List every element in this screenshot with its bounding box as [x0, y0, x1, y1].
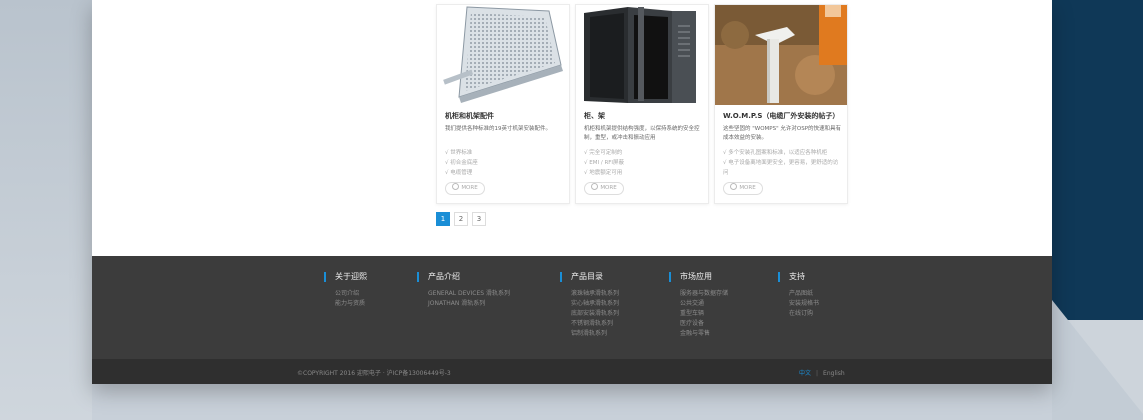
feature-item: √ 完全可定制的: [584, 150, 623, 156]
footer-heading: 支持: [778, 272, 819, 282]
footer-link[interactable]: 医疗设备: [680, 319, 728, 329]
feature-item: √ 电子设备离地面更安全，更容易，更舒适的访问: [723, 160, 839, 176]
copyright-text: ©COPYRIGHT 2016 迎熙电子 · 沪ICP备13006449号-3: [297, 370, 451, 377]
footer-column-markets: 市场应用 服务器与数据存储 公共交通 重型车辆 医疗设备 金融与零售: [669, 272, 728, 339]
background-left: [0, 0, 92, 420]
background-navy-panel: [1052, 0, 1143, 320]
footer-column-catalog: 产品目录 滚珠轴承滑轨系列 实心轴承滑轨系列 底部安装滑轨系列 不锈钢滑轨系列 …: [560, 272, 619, 339]
footer-heading: 关于迎熙: [324, 272, 367, 282]
footer-link[interactable]: 产品图纸: [789, 289, 819, 299]
footer-link[interactable]: 不锈钢滑轨系列: [571, 319, 619, 329]
product-title[interactable]: 柜、架: [584, 111, 605, 121]
feature-item: √ 电缆管理: [445, 170, 473, 176]
more-button[interactable]: MORE: [584, 182, 624, 195]
perforated-shelf-image[interactable]: [437, 5, 569, 105]
page-2-button[interactable]: 2: [454, 212, 468, 226]
feature-list: √ 完全可定制的 √ EMI / RFI屏蔽 √ 地震额定可用: [584, 148, 624, 178]
footer-column-about: 关于迎熙 公司介绍 能力与资质: [324, 272, 367, 309]
footer-link[interactable]: 能力与资质: [335, 299, 367, 309]
page-3-button[interactable]: 3: [472, 212, 486, 226]
footer-link[interactable]: 公共交通: [680, 299, 728, 309]
bulb-icon: [730, 183, 738, 190]
feature-item: √ 多个安装孔图案和标准，以适应各种机柜: [723, 150, 828, 156]
lang-chinese-link[interactable]: 中文: [799, 370, 811, 377]
footer-link[interactable]: 铝制滑轨系列: [571, 329, 619, 339]
footer-link[interactable]: 公司介绍: [335, 289, 367, 299]
more-button[interactable]: MORE: [723, 182, 763, 195]
footer-link[interactable]: JONATHAN 滑轨系列: [428, 299, 510, 309]
feature-item: √ 初合金底座: [445, 160, 478, 166]
product-card[interactable]: W.O.M.P.S（电缆厂外安装的帖子） 这些坚固的 "WOMPS" 允许对OS…: [714, 4, 848, 204]
more-label: MORE: [461, 185, 478, 191]
product-title[interactable]: W.O.M.P.S（电缆厂外安装的帖子）: [723, 111, 839, 121]
footer-column-support: 支持 产品图纸 安装规格书 在线订购: [778, 272, 819, 319]
product-description: 我们提供各种标准的19英寸机架安装配件。: [445, 126, 551, 132]
feature-list: √ 世界标准 √ 初合金底座 √ 电缆管理: [445, 148, 478, 178]
product-card[interactable]: 机柜和机架配件 我们提供各种标准的19英寸机架安装配件。 √ 世界标准 √ 初合…: [436, 4, 570, 204]
product-description: 机柜和机架提供结构强度，以保持系统的安全控制，重型，或冲击和振动应用: [584, 126, 700, 141]
womps-post-image[interactable]: [715, 5, 847, 105]
feature-item: √ 地震额定可用: [584, 170, 623, 176]
footer-link[interactable]: 安装规格书: [789, 299, 819, 309]
footer-link[interactable]: 实心轴承滑轨系列: [571, 299, 619, 309]
footer-heading: 产品介绍: [417, 272, 510, 282]
product-title[interactable]: 机柜和机架配件: [445, 111, 494, 121]
footer-link[interactable]: 重型车辆: [680, 309, 728, 319]
bulb-icon: [452, 183, 460, 190]
more-button[interactable]: MORE: [445, 182, 485, 195]
copyright-bar: ©COPYRIGHT 2016 迎熙电子 · 沪ICP备13006449号-3 …: [92, 359, 1052, 384]
lang-english-link[interactable]: English: [823, 370, 845, 377]
footer-link[interactable]: GENERAL DEVICES 滑轨系列: [428, 289, 510, 299]
cabinet-rack-image[interactable]: [576, 5, 708, 105]
footer-link[interactable]: 金融与零售: [680, 329, 728, 339]
lang-separator: |: [816, 370, 819, 377]
more-label: MORE: [600, 185, 617, 191]
footer-column-products: 产品介绍 GENERAL DEVICES 滑轨系列 JONATHAN 滑轨系列: [417, 272, 510, 309]
product-description: 这些坚固的 "WOMPS" 允许对OSP的快速和具有成本效益的安装。: [723, 126, 842, 141]
feature-item: √ EMI / RFI屏蔽: [584, 160, 625, 166]
bulb-icon: [591, 183, 599, 190]
language-switcher: 中文 | English: [799, 368, 845, 377]
footer-link[interactable]: 底部安装滑轨系列: [571, 309, 619, 319]
footer-heading: 市场应用: [669, 272, 728, 282]
footer-link[interactable]: 在线订购: [789, 309, 819, 319]
site-footer: 关于迎熙 公司介绍 能力与资质 产品介绍 GENERAL DEVICES 滑轨系…: [92, 256, 1052, 359]
more-label: MORE: [739, 185, 756, 191]
page-1-button[interactable]: 1: [436, 212, 450, 226]
footer-link[interactable]: 服务器与数据存储: [680, 289, 728, 299]
footer-link[interactable]: 滚珠轴承滑轨系列: [571, 289, 619, 299]
feature-item: √ 世界标准: [445, 150, 473, 156]
feature-list: √ 多个安装孔图案和标准，以适应各种机柜 √ 电子设备离地面更安全，更容易，更舒…: [723, 148, 841, 178]
product-card[interactable]: 柜、架 机柜和机架提供结构强度，以保持系统的安全控制，重型，或冲击和振动应用 √…: [575, 4, 709, 204]
footer-heading: 产品目录: [560, 272, 619, 282]
